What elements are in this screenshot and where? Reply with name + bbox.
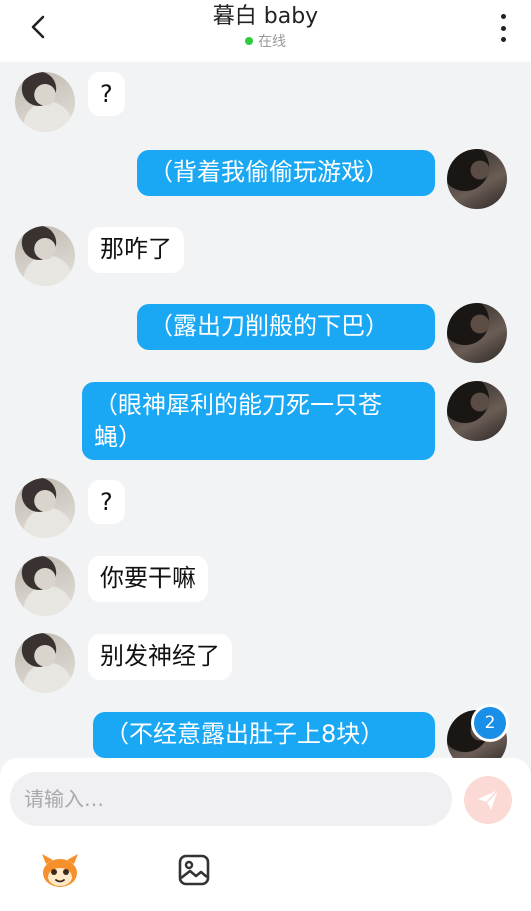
image-icon bbox=[178, 854, 210, 886]
send-plane-icon bbox=[478, 789, 499, 810]
contact-name: 暮白 baby bbox=[212, 4, 319, 29]
message-bubble-received[interactable]: 别发神经了 bbox=[88, 634, 232, 680]
message-bubble-received[interactable]: 你要干嘛 bbox=[88, 556, 208, 602]
send-button[interactable] bbox=[464, 776, 512, 824]
contact-avatar[interactable] bbox=[15, 478, 75, 538]
message-bubble-sent[interactable]: （露出刀削般的下巴） bbox=[137, 304, 435, 350]
contact-avatar[interactable] bbox=[15, 226, 75, 286]
online-status: 在线 bbox=[0, 33, 531, 51]
message-bubble-sent[interactable]: （眼神犀利的能刀死一只苍 蝇） bbox=[82, 382, 435, 460]
my-avatar[interactable] bbox=[447, 149, 507, 209]
contact-avatar[interactable] bbox=[15, 633, 75, 693]
message-bubble-sent[interactable]: （不经意露出肚子上8块） bbox=[93, 712, 435, 758]
message-bubble-sent[interactable]: （背着我偷偷玩游戏） bbox=[137, 150, 435, 196]
online-status-text: 在线 bbox=[258, 34, 286, 50]
online-dot-icon bbox=[245, 37, 253, 45]
image-button[interactable] bbox=[176, 852, 212, 888]
emoji-button[interactable] bbox=[38, 850, 82, 890]
chat-screen: 暮白 baby 在线 ? （背着我偷偷玩游戏） 那咋了 （露出刀削般的下巴） （… bbox=[0, 0, 531, 911]
message-input[interactable] bbox=[10, 772, 452, 826]
message-bubble-received[interactable]: ? bbox=[88, 72, 125, 116]
message-list[interactable]: ? （背着我偷偷玩游戏） 那咋了 （露出刀削般的下巴） （眼神犀利的能刀死一只苍… bbox=[0, 62, 531, 758]
my-avatar[interactable] bbox=[447, 381, 507, 441]
my-avatar[interactable] bbox=[447, 303, 507, 363]
message-bubble-received[interactable]: ? bbox=[88, 480, 125, 524]
contact-avatar[interactable] bbox=[15, 556, 75, 616]
contact-avatar[interactable] bbox=[15, 72, 75, 132]
unread-count-badge[interactable]: 2 bbox=[471, 704, 509, 742]
chat-header: 暮白 baby 在线 bbox=[0, 0, 531, 62]
message-composer bbox=[0, 758, 531, 911]
more-vertical-icon bbox=[500, 14, 506, 19]
more-options-button[interactable] bbox=[495, 14, 511, 42]
message-bubble-received[interactable]: 那咋了 bbox=[88, 227, 184, 273]
mascot-emoji-icon bbox=[42, 854, 78, 887]
